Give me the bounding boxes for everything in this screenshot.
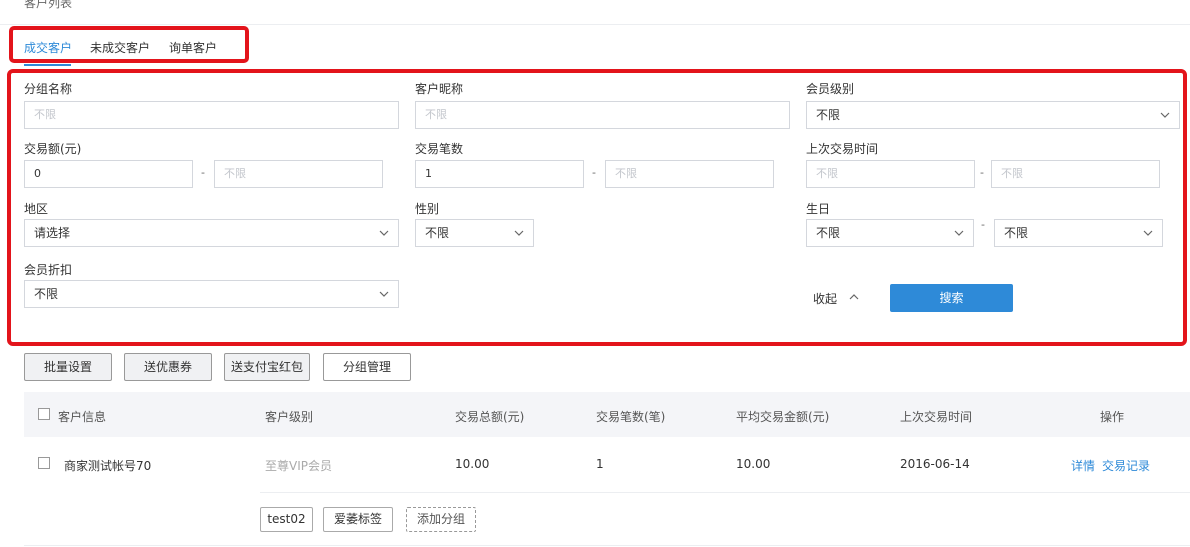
region-select[interactable]: 请选择 bbox=[24, 219, 399, 247]
chevron-down-icon bbox=[379, 291, 389, 297]
chevron-down-icon bbox=[1160, 112, 1170, 118]
nickname-input[interactable]: 不限 bbox=[415, 101, 790, 129]
group-name-label: 分组名称 bbox=[24, 82, 73, 96]
column-total-amount: 交易总额(元) bbox=[455, 410, 525, 424]
row-checkbox[interactable] bbox=[38, 457, 50, 469]
send-alipay-redpacket-button[interactable]: 送支付宝红包 bbox=[224, 353, 310, 381]
send-coupon-button[interactable]: 送优惠券 bbox=[124, 353, 212, 381]
region-value: 请选择 bbox=[34, 226, 71, 240]
row-average-amount: 10.00 bbox=[736, 457, 771, 471]
row-divider bbox=[260, 492, 1190, 493]
column-average-amount: 平均交易金额(元) bbox=[736, 410, 830, 424]
birthday-separator: - bbox=[981, 218, 985, 231]
batch-settings-button[interactable]: 批量设置 bbox=[24, 353, 112, 381]
group-name-input[interactable]: 不限 bbox=[24, 101, 399, 129]
chevron-down-icon bbox=[1143, 230, 1153, 236]
last-time-label: 上次交易时间 bbox=[806, 142, 879, 156]
row-detail-link[interactable]: 详情 bbox=[1071, 457, 1095, 474]
last-time-start-input[interactable]: 不限 bbox=[806, 160, 975, 188]
birthday-month-value: 不限 bbox=[816, 226, 841, 240]
amount-label: 交易额(元) bbox=[24, 142, 82, 156]
last-time-range-separator: - bbox=[980, 166, 984, 179]
row-customer-level: 至尊VIP会员 bbox=[265, 459, 332, 473]
group-tag[interactable]: test02 bbox=[260, 507, 313, 532]
column-last-trade-time: 上次交易时间 bbox=[900, 410, 973, 424]
region-label: 地区 bbox=[24, 202, 49, 216]
collapse-toggle[interactable]: 收起 bbox=[813, 290, 837, 307]
last-time-end-input[interactable]: 不限 bbox=[991, 160, 1160, 188]
active-tab-indicator bbox=[24, 64, 71, 66]
gender-value: 不限 bbox=[425, 226, 450, 240]
count-min-input[interactable]: 1 bbox=[415, 160, 584, 188]
column-customer-info: 客户信息 bbox=[58, 410, 107, 424]
header-divider bbox=[0, 24, 1190, 25]
discount-select[interactable]: 不限 bbox=[24, 280, 399, 308]
column-trade-count: 交易笔数(笔) bbox=[596, 410, 666, 424]
birthday-month-select[interactable]: 不限 bbox=[806, 219, 974, 247]
count-max-input[interactable]: 不限 bbox=[605, 160, 774, 188]
member-level-label: 会员级别 bbox=[806, 82, 855, 96]
add-group-button[interactable]: 添加分组 bbox=[406, 507, 476, 532]
row-last-trade-time: 2016-06-14 bbox=[900, 457, 970, 471]
chevron-down-icon bbox=[514, 230, 524, 236]
chevron-down-icon bbox=[954, 230, 964, 236]
group-tag[interactable]: 爱萎标签 bbox=[323, 507, 393, 532]
discount-label: 会员折扣 bbox=[24, 263, 73, 277]
birthday-label: 生日 bbox=[806, 202, 831, 216]
amount-min-input[interactable]: 0 bbox=[24, 160, 193, 188]
count-range-separator: - bbox=[592, 166, 596, 179]
select-all-checkbox[interactable] bbox=[38, 408, 50, 420]
birthday-day-value: 不限 bbox=[1004, 226, 1029, 240]
discount-value: 不限 bbox=[34, 287, 59, 301]
count-label: 交易笔数 bbox=[415, 142, 464, 156]
row-trade-count: 1 bbox=[596, 457, 604, 471]
member-level-value: 不限 bbox=[816, 108, 841, 122]
chevron-down-icon bbox=[379, 230, 389, 236]
gender-label: 性别 bbox=[415, 202, 440, 216]
member-level-select[interactable]: 不限 bbox=[806, 101, 1180, 129]
nickname-label: 客户昵称 bbox=[415, 82, 464, 96]
table-bottom-divider bbox=[24, 545, 1190, 546]
row-total-amount: 10.00 bbox=[455, 457, 490, 471]
amount-range-separator: - bbox=[201, 166, 205, 179]
birthday-day-select[interactable]: 不限 bbox=[994, 219, 1163, 247]
group-manage-button[interactable]: 分组管理 bbox=[323, 353, 411, 381]
tabs-highlight-box bbox=[9, 26, 249, 63]
gender-select[interactable]: 不限 bbox=[415, 219, 534, 247]
row-trade-records-link[interactable]: 交易记录 bbox=[1102, 457, 1150, 474]
chevron-up-icon[interactable] bbox=[848, 292, 860, 302]
page-title: 客户列表 bbox=[24, 0, 73, 10]
row-customer-name: 商家测试帐号70 bbox=[64, 459, 152, 473]
column-actions: 操作 bbox=[1100, 410, 1125, 424]
amount-max-input[interactable]: 不限 bbox=[214, 160, 383, 188]
column-customer-level: 客户级别 bbox=[265, 410, 314, 424]
search-button[interactable]: 搜索 bbox=[890, 284, 1013, 312]
